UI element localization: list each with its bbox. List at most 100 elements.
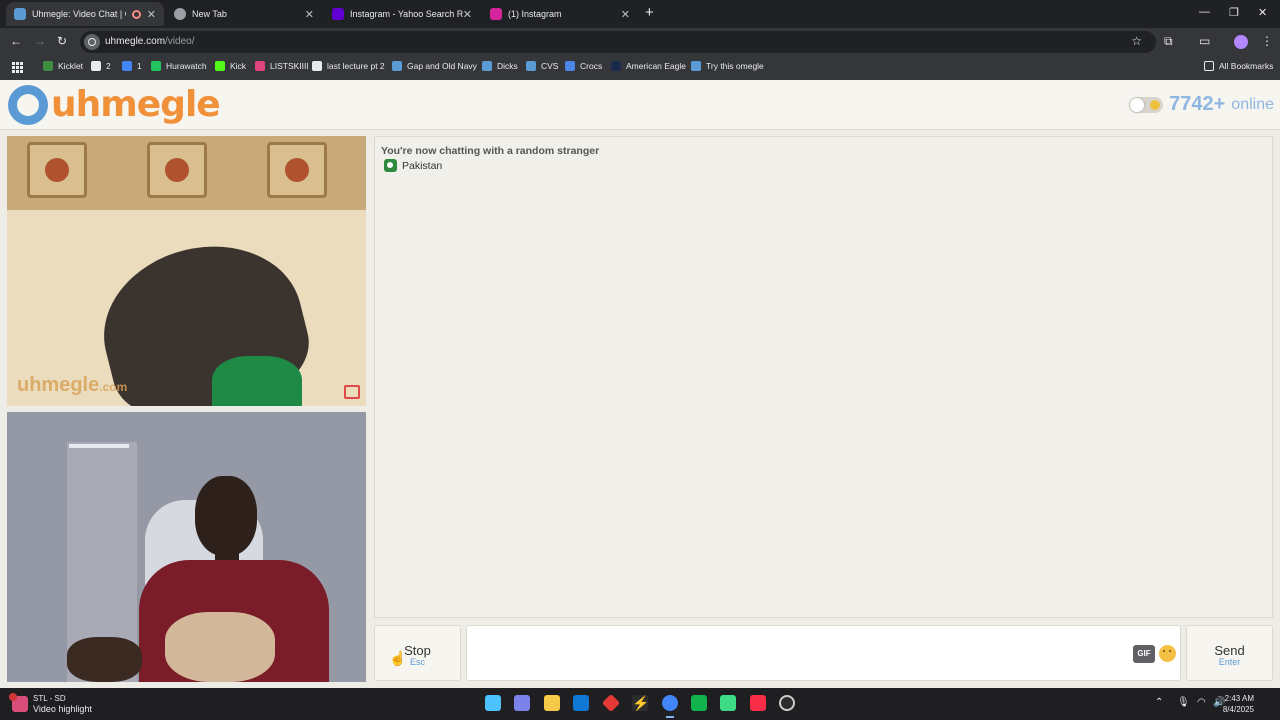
- menu-icon[interactable]: ⋮: [1261, 34, 1273, 48]
- chat-log[interactable]: You're now chatting with a random strang…: [374, 136, 1273, 618]
- windows-start-icon[interactable]: [485, 695, 501, 711]
- tray-chevron-icon[interactable]: ⌃: [1155, 697, 1163, 708]
- android-icon[interactable]: [720, 695, 736, 711]
- sun-icon: [1150, 99, 1161, 110]
- ceiling-tile: [267, 142, 327, 198]
- bookmark-favicon-icon: [91, 61, 101, 71]
- all-bookmarks-label: All Bookmarks: [1219, 61, 1274, 71]
- tab-new-tab[interactable]: New Tab ✕: [166, 2, 322, 26]
- url-text: uhmegle.com/video/: [105, 36, 195, 47]
- logo-text: uhmegle: [51, 84, 221, 125]
- profile-avatar[interactable]: [1234, 35, 1248, 49]
- bookmark-2[interactable]: 2: [91, 61, 111, 71]
- spreadsheet-icon[interactable]: [691, 695, 707, 711]
- close-tab-icon[interactable]: ✕: [147, 8, 156, 21]
- bookmark-label: Kicklet: [58, 61, 84, 71]
- back-arrow-icon[interactable]: ←: [10, 34, 22, 48]
- bookmark-kick[interactable]: Kick: [215, 61, 246, 71]
- uhmegle-logo[interactable]: uhmegle: [8, 84, 221, 125]
- close-tab-icon[interactable]: ✕: [305, 8, 314, 21]
- report-flag-icon[interactable]: [344, 385, 360, 399]
- extensions-icon[interactable]: ⧉: [1164, 34, 1173, 49]
- news-text: STL - SD Video highlight: [33, 693, 92, 715]
- chrome-favicon-icon: [174, 8, 186, 20]
- site-info-icon[interactable]: [84, 34, 100, 50]
- gif-button[interactable]: GIF: [1133, 645, 1155, 663]
- tab-instagram[interactable]: (1) Instagram ✕: [482, 2, 638, 26]
- stranger-video: uhmegle.com: [7, 136, 366, 406]
- send-label: Send: [1214, 643, 1245, 658]
- bookmark-star-icon[interactable]: ☆: [1131, 34, 1142, 48]
- hand-cursor-icon: ☝: [389, 650, 407, 666]
- news-widget-icon: [9, 693, 28, 712]
- bookmark-gap-old-navy[interactable]: Gap and Old Navy: [392, 61, 477, 71]
- bookmark-try-this-omegle[interactable]: Try this omegle: [691, 61, 764, 71]
- cast-icon[interactable]: ▭: [1199, 34, 1210, 48]
- tab-title: (1) Instagram: [508, 9, 562, 19]
- yahoo-favicon-icon: [332, 8, 344, 20]
- country-label: Pakistan: [402, 159, 443, 172]
- file-explorer-icon[interactable]: [544, 695, 560, 711]
- bookmark-hurawatch[interactable]: Hurawatch: [151, 61, 207, 71]
- minimize-button[interactable]: —: [1199, 6, 1210, 18]
- red-app-icon[interactable]: [601, 693, 621, 713]
- recording-icon: [131, 9, 141, 19]
- tab-title: Uhmegle: Video Chat | Ome: [32, 9, 126, 19]
- bookmark-favicon-icon: [526, 61, 536, 71]
- bookmark-last-lecture[interactable]: last lecture pt 2: [312, 61, 385, 71]
- online-counter: 7742+ online: [1129, 93, 1274, 116]
- close-window-button[interactable]: ✕: [1258, 6, 1267, 19]
- instagram-favicon-icon: [490, 8, 502, 20]
- bookmark-crocs[interactable]: Crocs: [565, 61, 602, 71]
- xbox-icon[interactable]: [779, 695, 795, 711]
- bookmark-dicks[interactable]: Dicks: [482, 61, 518, 71]
- tab-yahoo-search[interactable]: Instagram - Yahoo Search Resul ✕: [324, 2, 480, 26]
- news-subtitle: Video highlight: [33, 704, 92, 714]
- wifi-icon[interactable]: ◠: [1197, 697, 1206, 708]
- teams-icon[interactable]: [514, 695, 530, 711]
- uhmegle-watermark: uhmegle.com: [17, 374, 127, 397]
- apps-grid-icon[interactable]: [12, 62, 23, 73]
- new-tab-button[interactable]: +: [645, 4, 654, 21]
- bookmark-favicon-icon: [392, 61, 402, 71]
- bookmark-listskiiii[interactable]: LISTSKIIII: [255, 61, 309, 71]
- microphone-icon[interactable]: 🎙: [1177, 697, 1190, 708]
- reload-icon[interactable]: ↻: [57, 34, 67, 48]
- theme-toggle[interactable]: [1129, 96, 1164, 113]
- all-bookmarks[interactable]: All Bookmarks: [1204, 61, 1273, 71]
- folder-icon: [1204, 61, 1214, 71]
- news-title: STL - SD: [33, 694, 66, 703]
- uhmegle-favicon-icon: [14, 8, 26, 20]
- emoji-icon[interactable]: [1159, 645, 1176, 662]
- clock-time: 2:43 AM: [1224, 694, 1254, 703]
- close-tab-icon[interactable]: ✕: [621, 8, 630, 21]
- ceiling-tile: [147, 142, 207, 198]
- bookmark-favicon-icon: [122, 61, 132, 71]
- send-button[interactable]: Send Enter: [1186, 625, 1273, 681]
- address-bar[interactable]: uhmegle.com/video/ ☆: [80, 31, 1156, 53]
- music-icon[interactable]: [750, 695, 766, 711]
- bookmark-kicklet[interactable]: Kicklet: [43, 61, 83, 71]
- system-clock[interactable]: 2:43 AM 8/4/2025: [1223, 693, 1254, 715]
- stop-button[interactable]: Stop Esc ☝: [374, 625, 461, 681]
- bookmark-american-eagle[interactable]: American Eagle: [611, 61, 686, 71]
- bookmark-label: Try this omegle: [706, 61, 764, 71]
- bookmark-cvs[interactable]: CVS: [526, 61, 558, 71]
- lightning-app-icon[interactable]: ⚡: [632, 695, 649, 711]
- forward-arrow-icon[interactable]: →: [34, 34, 46, 48]
- message-input[interactable]: GIF: [466, 625, 1181, 681]
- mail-icon[interactable]: [573, 695, 589, 711]
- tab-uhmegle[interactable]: Uhmegle: Video Chat | Ome ✕: [6, 2, 164, 26]
- bookmark-favicon-icon: [565, 61, 575, 71]
- stop-shortcut: Esc: [409, 657, 425, 667]
- bookmark-favicon-icon: [611, 61, 621, 71]
- bookmark-label: Crocs: [580, 61, 603, 71]
- news-widget[interactable]: STL - SD Video highlight: [9, 693, 92, 715]
- bookmark-1[interactable]: 1: [122, 61, 142, 71]
- bookmark-label: 2: [106, 61, 111, 71]
- chrome-icon[interactable]: [662, 695, 678, 711]
- url-path: /video/: [165, 36, 195, 47]
- bookmark-favicon-icon: [151, 61, 161, 71]
- close-tab-icon[interactable]: ✕: [463, 8, 472, 21]
- restore-button[interactable]: ❐: [1229, 6, 1239, 19]
